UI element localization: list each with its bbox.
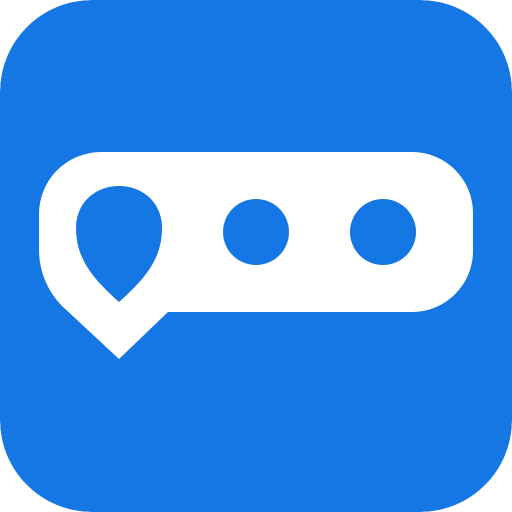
dot-icon	[223, 199, 289, 265]
dot-icon	[350, 199, 416, 265]
app-icon[interactable]	[0, 0, 512, 512]
chat-bubble-location-pin-icon	[0, 0, 512, 512]
